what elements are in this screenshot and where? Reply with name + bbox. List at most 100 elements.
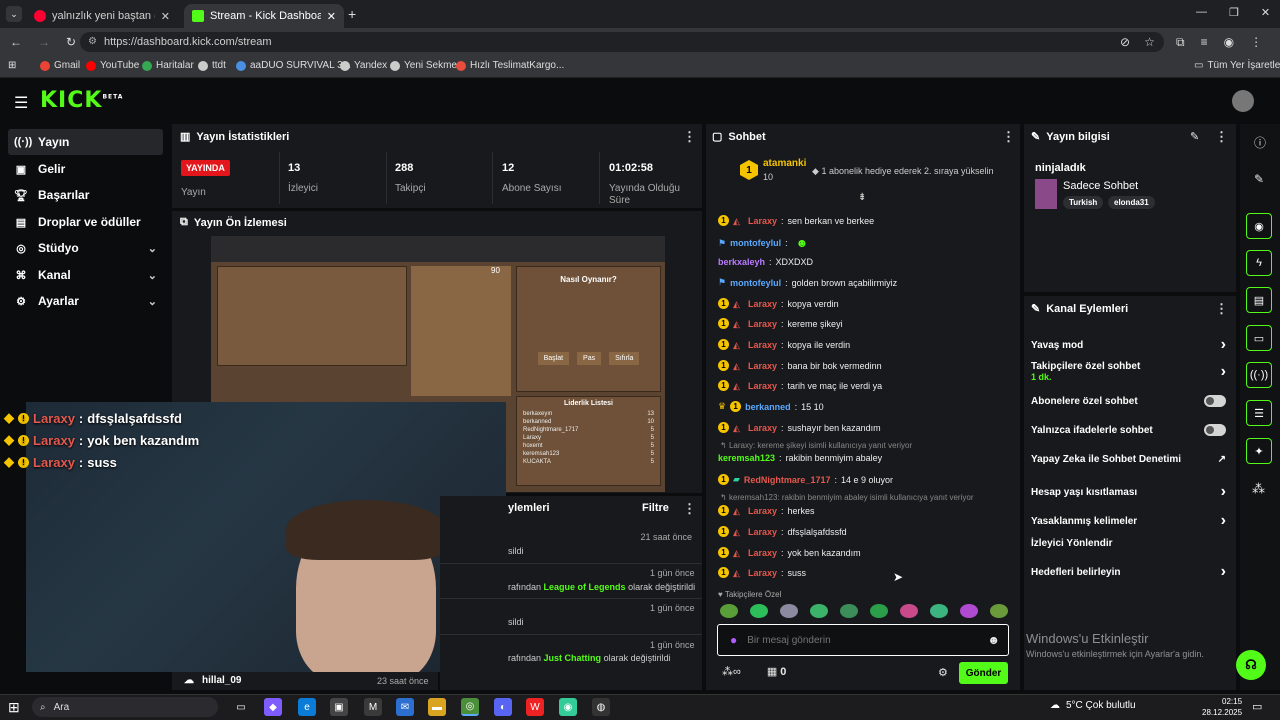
events-menu-icon[interactable]: ⋮ [683,501,696,517]
tab-search-icon[interactable]: ⌄ [6,6,22,22]
channel-action-item[interactable]: Takipçilere özel sohbet 1 dk. › [1031,361,1226,382]
chat-username[interactable]: Laraxy [748,506,777,516]
layers-icon[interactable]: ☰ [1246,400,1272,426]
sidebar-item-kanal[interactable]: ⌘ Kanal ⌄ [8,262,163,288]
start-icon[interactable]: ⊞ [8,699,20,716]
chat-username[interactable]: Laraxy [748,299,777,309]
sidebar-item-droplar[interactable]: ▤ Droplar ve ödüller [8,209,163,235]
restore-icon[interactable]: ❐ [1229,6,1239,19]
extensions-icon[interactable]: ⧉ [1176,35,1185,50]
chat-settings-icon[interactable]: ⚙ [938,666,948,679]
tab-youtube[interactable]: yalnızlık yeni baştan (akusti ✕ [26,4,178,28]
channel-action-item[interactable]: İzleyici Yönlendir [1031,538,1226,549]
emote-icon[interactable] [900,604,918,618]
collapse-icon[interactable]: ⇟ [858,192,866,203]
tracking-icon[interactable]: ⊘ [1120,35,1130,49]
edge-icon[interactable]: e [298,698,316,716]
clock[interactable]: 02:15 28.12.2025 [1202,696,1242,718]
close-tab-icon[interactable]: ✕ [327,10,336,23]
apps-icon[interactable]: ⊞ [8,60,16,71]
category-name[interactable]: Sadece Sohbet [1063,180,1138,192]
emoji-icon[interactable]: ☻ [987,633,1000,647]
events-filter-button[interactable]: Filtre [642,502,669,514]
tab-kick-dashboard[interactable]: Stream - Kick Dashboard ✕ [184,4,344,28]
chat-username[interactable]: Laraxy [748,568,777,578]
task-view-icon[interactable]: ▭ [232,698,250,716]
channel-action-item[interactable]: Yasaklanmış kelimeler › [1031,512,1226,530]
channel-action-item[interactable]: Yapay Zeka ile Sohbet Denetimi ↗ [1031,454,1226,465]
weather-widget[interactable]: ☁ 5°C Çok bulutlu [1050,700,1136,711]
site-info-icon[interactable]: ⚙ [88,36,97,47]
copilot-icon[interactable]: ◆ [264,698,282,716]
chat-username[interactable]: Laraxy [748,216,777,226]
taskbar-search[interactable]: ⌕ Ara [32,697,218,717]
tag-chip[interactable]: Turkish [1063,196,1104,209]
channel-action-item[interactable]: Abonelere özel sohbet [1031,395,1226,407]
chat-username[interactable]: Laraxy [748,527,777,537]
minimize-icon[interactable]: — [1196,6,1207,19]
message-icon[interactable]: ▭ [1246,325,1272,351]
emote-icon[interactable] [840,604,858,618]
bookmark-duo[interactable]: aaDUO SURVIVAL 3... [236,60,351,71]
notifications-icon[interactable]: ▭ [1252,700,1262,713]
edit-icon[interactable]: ✎ [1190,130,1199,143]
url-bar[interactable]: https://dashboard.kick.com/stream [80,32,1164,52]
channel-actions-menu-icon[interactable]: ⋮ [1215,301,1228,317]
mail-icon[interactable]: ✉ [396,698,414,716]
bookmark-maps[interactable]: Haritalar [142,60,194,71]
sidebar-item-basarilar[interactable]: 🏆︎ Başarılar [8,182,163,208]
all-bookmarks[interactable]: ▭ Tüm Yer İşaretleri [1194,60,1280,71]
hamburger-menu-icon[interactable]: ☰ [14,93,28,113]
new-tab-button[interactable]: + [348,6,356,22]
channel-action-item[interactable]: Hedefleri belirleyin › [1031,563,1226,581]
back-icon[interactable]: ← [10,35,22,49]
emote-icon[interactable] [810,604,828,618]
close-window-icon[interactable]: ✕ [1261,6,1270,19]
chat-menu-icon[interactable]: ⋮ [1002,129,1015,145]
app-red-icon[interactable]: W [526,698,544,716]
bookmark-gmail[interactable]: Gmail [40,60,80,71]
chat-username[interactable]: Laraxy [748,319,777,329]
stats-menu-icon[interactable]: ⋮ [683,129,696,145]
kick-logo[interactable]: KICKBETA [40,88,123,113]
clipboard-icon[interactable]: ▤ [1246,287,1272,313]
forward-icon[interactable]: → [38,35,50,49]
chat-username[interactable]: keremsah123 [718,453,775,463]
gift-box-icon[interactable]: ▦ 0 [767,665,787,678]
chat-username[interactable]: berkanned [745,402,791,412]
share-icon[interactable]: ⁂ [1252,481,1265,497]
chat-username[interactable]: montofeylul [730,238,781,248]
toggle-switch[interactable] [1204,395,1226,407]
emote-icon[interactable] [990,604,1008,618]
channel-action-item[interactable]: Yavaş mod › [1031,336,1226,354]
stream-info-menu-icon[interactable]: ⋮ [1215,129,1228,145]
chat-username[interactable]: Laraxy [748,381,777,391]
lightning-icon[interactable]: ϟ [1246,250,1272,276]
emote-icon[interactable] [750,604,768,618]
send-button[interactable]: Gönder [959,662,1008,684]
menu-icon[interactable]: ⋮ [1250,35,1262,50]
bookmark-ttdt[interactable]: ttdt [198,60,226,71]
bookmark-new-tab[interactable]: Yeni Sekme [390,60,457,71]
chat-username[interactable]: berkxaleyh [718,257,765,267]
app-icon[interactable]: M [364,698,382,716]
toggle-switch[interactable] [1204,424,1226,436]
emote-icon[interactable] [960,604,978,618]
bookmark-youtube[interactable]: YouTube [86,60,139,71]
chat-username[interactable]: RedNightmare_1717 [744,475,831,485]
channel-action-item[interactable]: Hesap yaşı kısıtlaması › [1031,483,1226,501]
sidebar-item-studyo[interactable]: ◎ Stüdyo ⌄ [8,235,163,261]
media-icon[interactable]: ≡ [1201,35,1208,50]
discord-icon[interactable]: ◐ [494,698,512,716]
tag-chip[interactable]: elonda31 [1108,196,1155,209]
message-field[interactable] [747,634,968,646]
chat-username[interactable]: Laraxy [748,423,777,433]
chat-username[interactable]: Laraxy [748,548,777,558]
channel-action-item[interactable]: Yalnızca ifadelerle sohbet [1031,424,1226,436]
emote-icon[interactable] [780,604,798,618]
store-icon[interactable]: ▣ [330,698,348,716]
bookmark-cargo[interactable]: Hızlı TeslimatKargo... [456,60,564,71]
camera-icon[interactable]: ◉ [1246,213,1272,239]
chat-username[interactable]: montofeylul [730,278,781,288]
obs-icon[interactable]: ◍ [592,698,610,716]
